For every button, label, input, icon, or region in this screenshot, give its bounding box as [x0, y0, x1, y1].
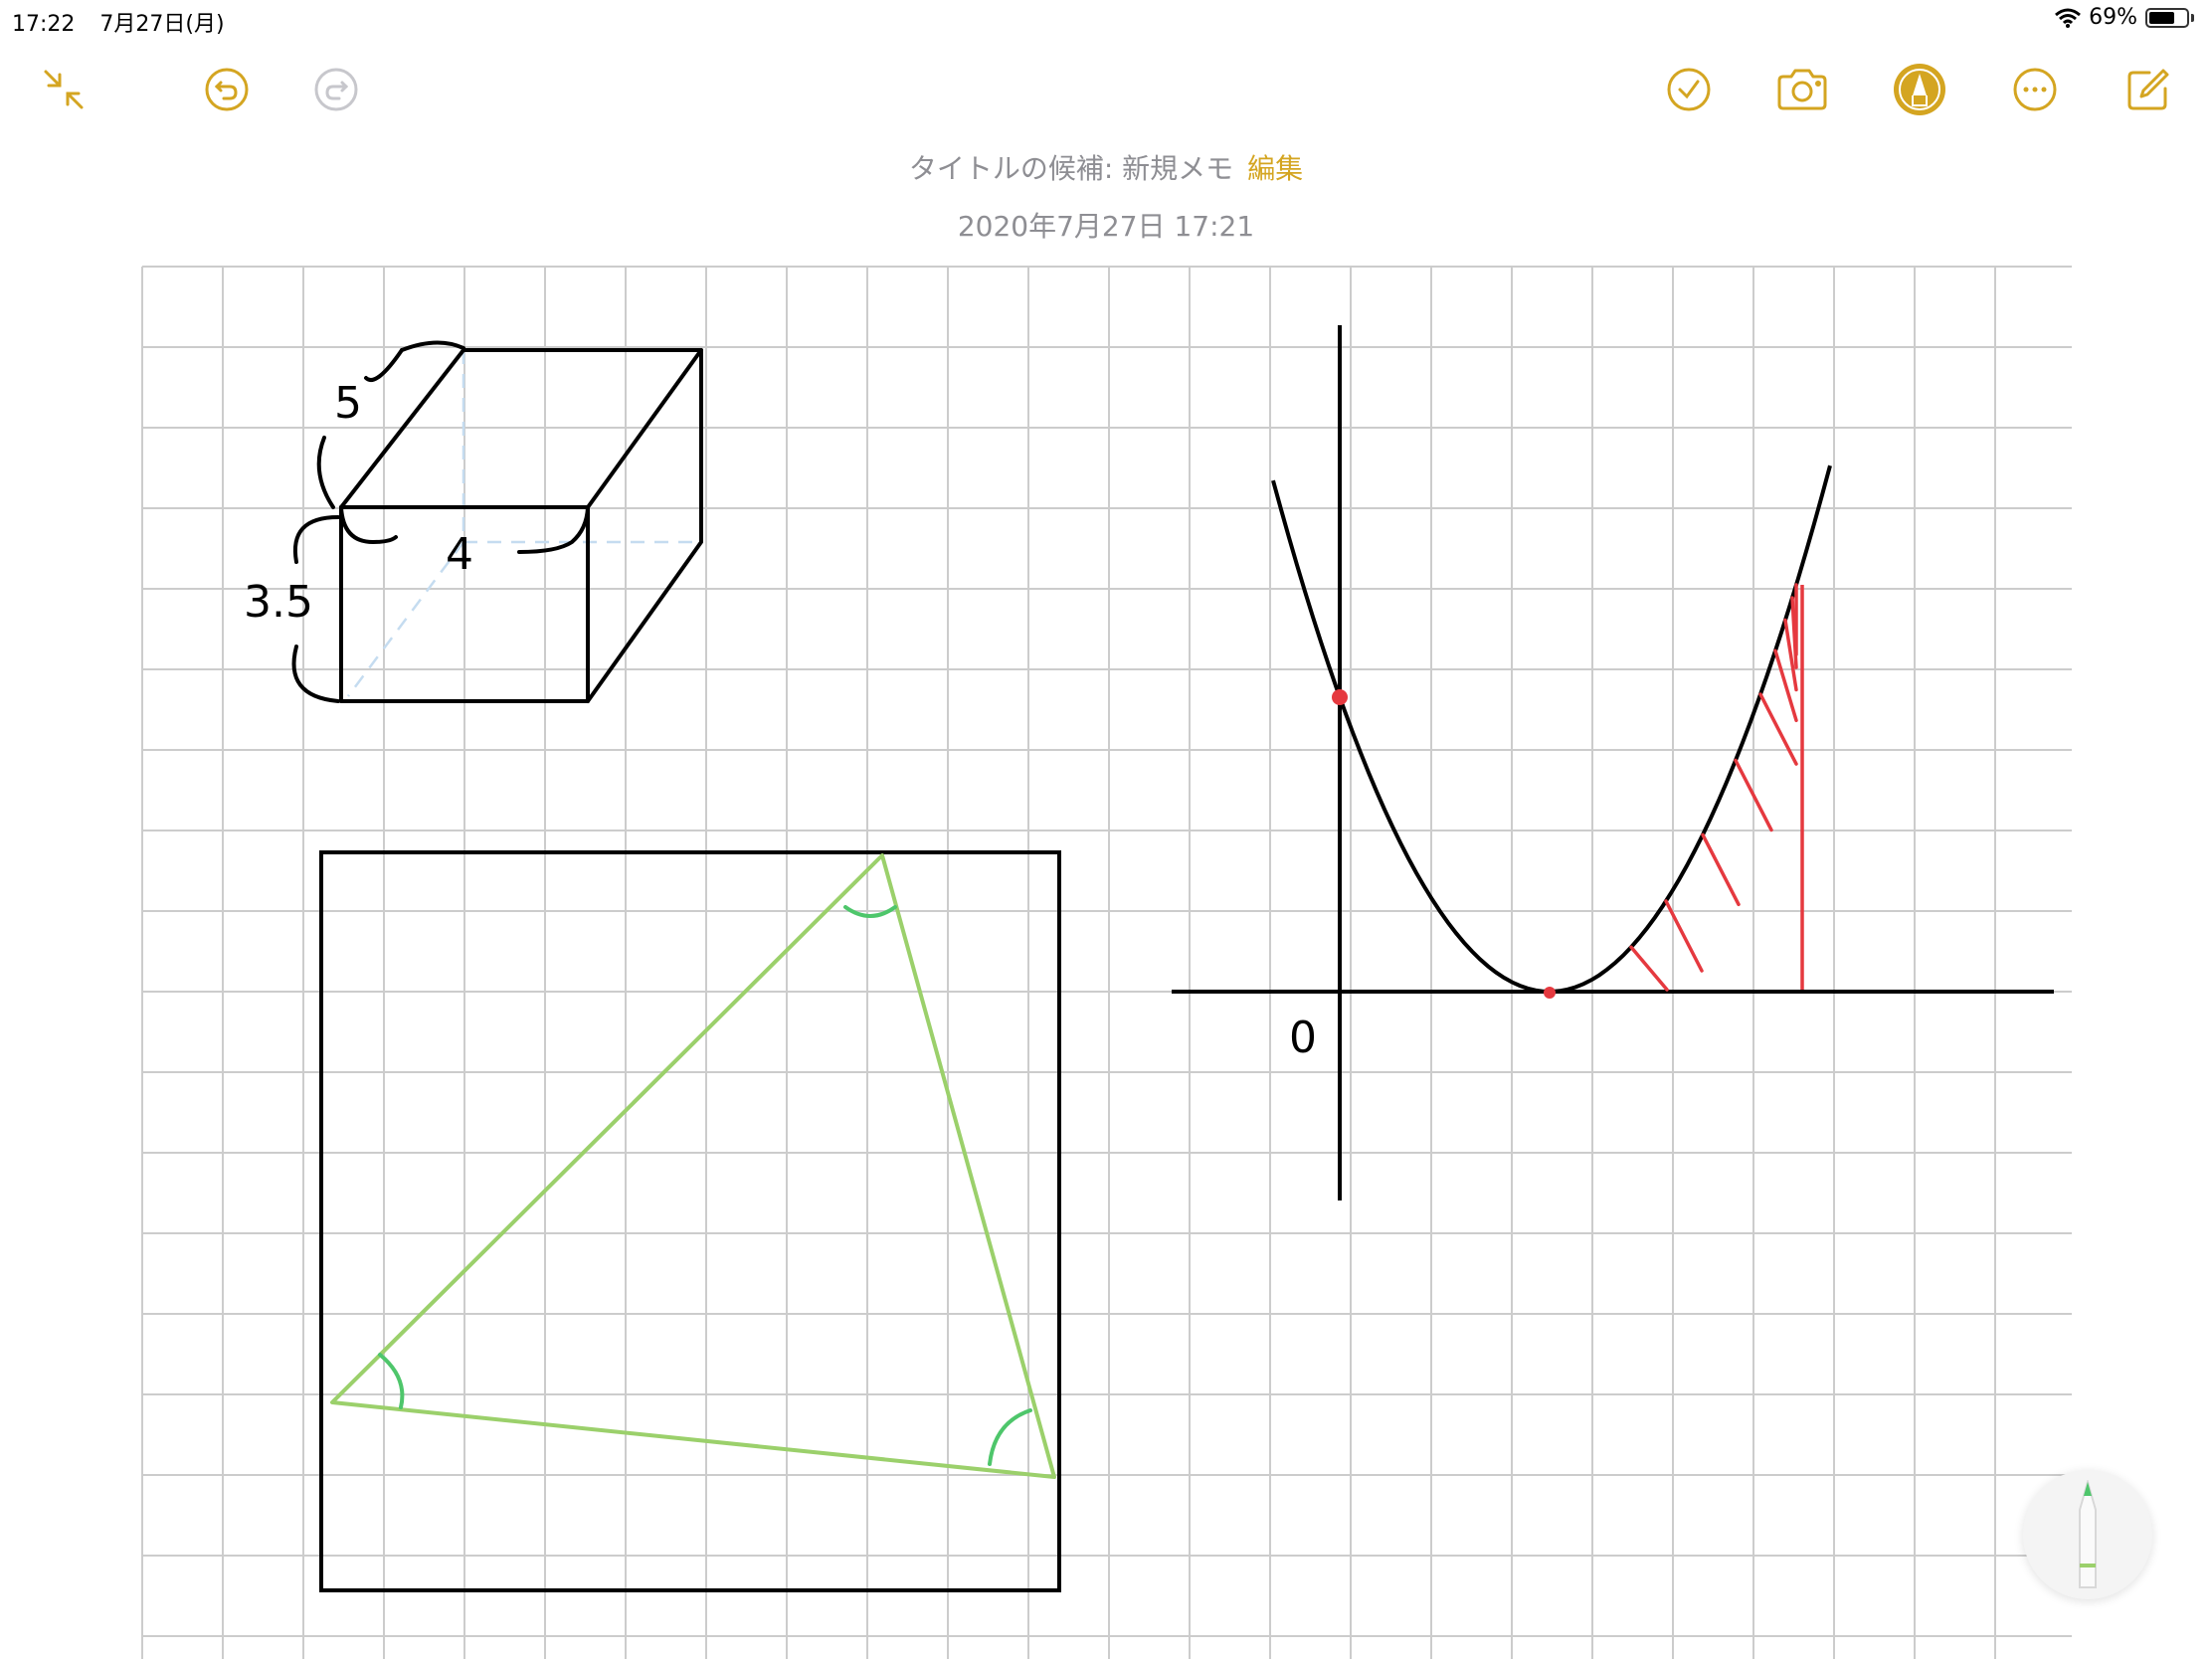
parabola-curve	[1271, 464, 1832, 995]
vertex-point	[1544, 987, 1556, 999]
pencil-tool-button[interactable]	[2023, 1470, 2152, 1599]
origin-label: 0	[1289, 1013, 1317, 1063]
box-height-label: 3.5	[244, 577, 313, 628]
hatch-stroke	[1701, 832, 1741, 907]
box-hidden-edges	[346, 350, 701, 697]
y-intercept-point	[1332, 689, 1348, 705]
shaded-region-hatching	[1629, 583, 1798, 992]
grid-paper	[141, 266, 2072, 1659]
box-depth-label: 5	[334, 378, 362, 429]
box-visible-edges	[339, 348, 703, 703]
box-drawing: 5 4 3.5	[244, 340, 703, 703]
parabola-graph: 0	[1172, 325, 2054, 1200]
pencil-icon	[2079, 1480, 2097, 1588]
drawing-canvas[interactable]: 5 4 3.5 0	[0, 0, 2212, 1659]
hatch-stroke	[1629, 945, 1669, 992]
green-triangle	[330, 853, 1056, 1479]
box-width-label: 4	[446, 529, 473, 580]
